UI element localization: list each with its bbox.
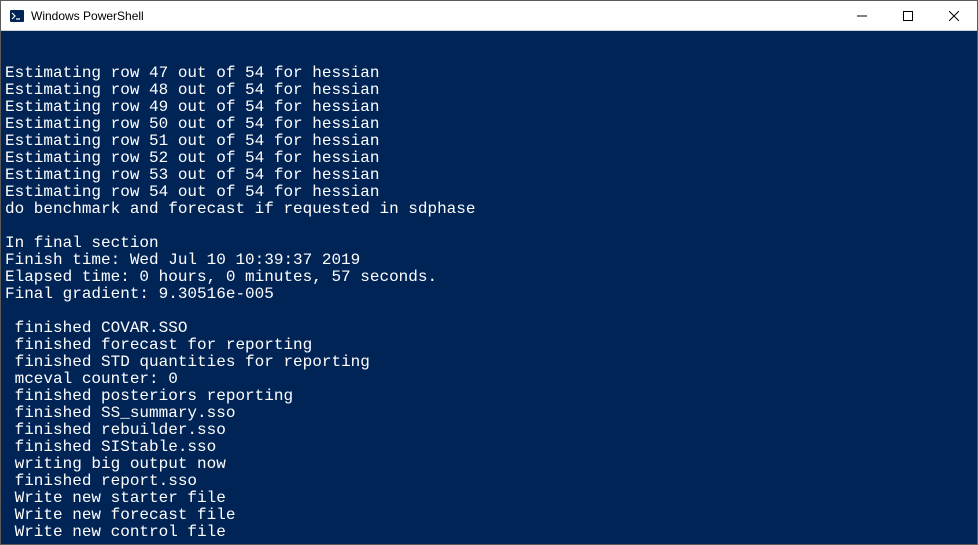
terminal-line: In final section — [5, 235, 973, 252]
terminal-line: Write new forecast file — [5, 507, 973, 524]
terminal-line: Write new control file — [5, 524, 973, 541]
titlebar[interactable]: Windows PowerShell — [1, 1, 977, 31]
close-button[interactable] — [931, 1, 977, 30]
terminal-output: Estimating row 47 out of 54 for hessianE… — [5, 65, 973, 544]
terminal[interactable]: Estimating row 47 out of 54 for hessianE… — [1, 31, 977, 544]
terminal-line: Estimating row 52 out of 54 for hessian — [5, 150, 973, 167]
close-icon — [949, 11, 959, 21]
terminal-line: finished rebuilder.sso — [5, 422, 973, 439]
terminal-line: Elapsed time: 0 hours, 0 minutes, 57 sec… — [5, 269, 973, 286]
terminal-line: finished SS_summary.sso — [5, 405, 973, 422]
terminal-line: Write new starter file — [5, 490, 973, 507]
window-controls — [839, 1, 977, 30]
terminal-line: Estimating row 50 out of 54 for hessian — [5, 116, 973, 133]
terminal-line: Estimating row 47 out of 54 for hessian — [5, 65, 973, 82]
terminal-line: finished posteriors reporting — [5, 388, 973, 405]
powershell-icon — [9, 8, 25, 24]
terminal-line: do benchmark and forecast if requested i… — [5, 201, 973, 218]
minimize-icon — [857, 11, 867, 21]
window-title: Windows PowerShell — [31, 9, 839, 23]
maximize-icon — [903, 11, 913, 21]
terminal-line: Estimating row 48 out of 54 for hessian — [5, 82, 973, 99]
terminal-line: writing big output now — [5, 456, 973, 473]
terminal-line: finished forecast for reporting — [5, 337, 973, 354]
terminal-line: finished STD quantities for reporting — [5, 354, 973, 371]
terminal-line: mceval counter: 0 — [5, 371, 973, 388]
terminal-line: Estimating row 49 out of 54 for hessian — [5, 99, 973, 116]
terminal-line: finished COVAR.SSO — [5, 320, 973, 337]
terminal-line — [5, 218, 973, 235]
terminal-line: Final gradient: 9.30516e-005 — [5, 286, 973, 303]
terminal-line — [5, 303, 973, 320]
minimize-button[interactable] — [839, 1, 885, 30]
maximize-button[interactable] — [885, 1, 931, 30]
terminal-line — [5, 541, 973, 544]
terminal-line: Estimating row 53 out of 54 for hessian — [5, 167, 973, 184]
terminal-line: Estimating row 51 out of 54 for hessian — [5, 133, 973, 150]
terminal-line: finished report.sso — [5, 473, 973, 490]
terminal-line: Finish time: Wed Jul 10 10:39:37 2019 — [5, 252, 973, 269]
window: Windows PowerShell Estimating row 47 out — [0, 0, 978, 545]
terminal-line: Estimating row 54 out of 54 for hessian — [5, 184, 973, 201]
terminal-line: finished SIStable.sso — [5, 439, 973, 456]
